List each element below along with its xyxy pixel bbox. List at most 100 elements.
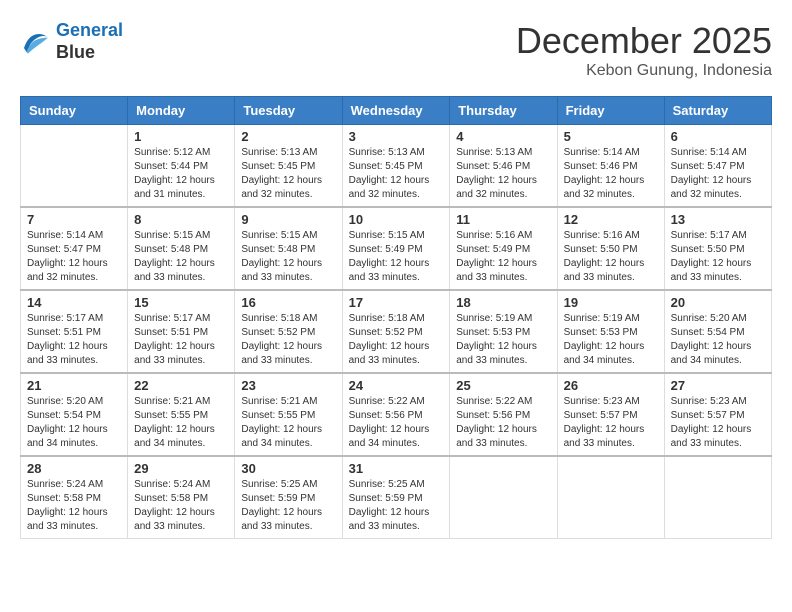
calendar-cell: 17 Sunrise: 5:18 AM Sunset: 5:52 PM Dayli… [342,290,450,373]
calendar-cell: 10Sunrise: 5:15 AM Sunset: 5:49 PM Dayli… [342,207,450,290]
day-info: Sunrise: 5:23 AM Sunset: 5:57 PM Dayligh… [564,395,658,451]
calendar-cell: 3 Sunrise: 5:13 AM Sunset: 5:45 PM Daylig… [342,125,450,208]
day-info: Sunrise: 5:15 AM Sunset: 5:48 PM Dayligh… [241,229,335,285]
day-info: Sunrise: 5:15 AM Sunset: 5:49 PM Dayligh… [349,229,444,285]
calendar-cell: 9 Sunrise: 5:15 AM Sunset: 5:48 PM Daylig… [235,207,342,290]
week-row-4: 21 Sunrise: 5:20 AM Sunset: 5:54 PM Dayli… [21,373,772,456]
day-number: 2 [241,129,335,144]
calendar-table: SundayMondayTuesdayWednesdayThursdayFrid… [20,96,772,539]
day-info: Sunrise: 5:22 AM Sunset: 5:56 PM Dayligh… [349,395,444,451]
day-info: Sunrise: 5:18 AM Sunset: 5:52 PM Dayligh… [241,312,335,368]
day-number: 29 [134,461,228,476]
day-number: 27 [671,378,765,393]
week-row-2: 7Sunrise: 5:14 AM Sunset: 5:47 PM Daylig… [21,207,772,290]
calendar-cell [664,456,771,539]
day-number: 4 [456,129,550,144]
day-number: 30 [241,461,335,476]
calendar-cell: 14Sunrise: 5:17 AM Sunset: 5:51 PM Dayli… [21,290,128,373]
day-number: 28 [27,461,121,476]
calendar-cell: 26 Sunrise: 5:23 AM Sunset: 5:57 PM Dayli… [557,373,664,456]
calendar-cell: 28 Sunrise: 5:24 AM Sunset: 5:58 PM Dayli… [21,456,128,539]
day-info: Sunrise: 5:21 AM Sunset: 5:55 PM Dayligh… [134,395,228,451]
day-number: 15 [134,295,228,310]
day-number: 14 [27,295,121,310]
col-header-tuesday: Tuesday [235,97,342,125]
col-header-thursday: Thursday [450,97,557,125]
day-info: Sunrise: 5:17 AM Sunset: 5:50 PM Dayligh… [671,229,765,285]
day-info: Sunrise: 5:25 AM Sunset: 5:59 PM Dayligh… [349,478,444,534]
calendar-cell: 22 Sunrise: 5:21 AM Sunset: 5:55 PM Dayli… [128,373,235,456]
logo: General Blue [20,20,123,63]
location-subtitle: Kebon Gunung, Indonesia [516,62,772,80]
col-header-saturday: Saturday [664,97,771,125]
day-info: Sunrise: 5:13 AM Sunset: 5:45 PM Dayligh… [349,146,444,202]
calendar-cell: 4 Sunrise: 5:13 AM Sunset: 5:46 PM Daylig… [450,125,557,208]
calendar-cell: 27 Sunrise: 5:23 AM Sunset: 5:57 PM Dayli… [664,373,771,456]
day-info: Sunrise: 5:24 AM Sunset: 5:58 PM Dayligh… [27,478,121,534]
calendar-cell: 5 Sunrise: 5:14 AM Sunset: 5:46 PM Daylig… [557,125,664,208]
calendar-cell: 7Sunrise: 5:14 AM Sunset: 5:47 PM Daylig… [21,207,128,290]
day-number: 11 [456,212,550,227]
day-number: 26 [564,378,658,393]
calendar-cell: 29 Sunrise: 5:24 AM Sunset: 5:58 PM Dayli… [128,456,235,539]
day-number: 12 [564,212,658,227]
day-info: Sunrise: 5:24 AM Sunset: 5:58 PM Dayligh… [134,478,228,534]
calendar-cell: 19 Sunrise: 5:19 AM Sunset: 5:53 PM Dayli… [557,290,664,373]
day-number: 21 [27,378,121,393]
day-info: Sunrise: 5:13 AM Sunset: 5:46 PM Dayligh… [456,146,550,202]
day-info: Sunrise: 5:20 AM Sunset: 5:54 PM Dayligh… [27,395,121,451]
calendar-cell [557,456,664,539]
day-number: 25 [456,378,550,393]
day-info: Sunrise: 5:17 AM Sunset: 5:51 PM Dayligh… [134,312,228,368]
calendar-cell: 16 Sunrise: 5:18 AM Sunset: 5:52 PM Dayli… [235,290,342,373]
day-number: 20 [671,295,765,310]
calendar-header-row: SundayMondayTuesdayWednesdayThursdayFrid… [21,97,772,125]
week-row-5: 28 Sunrise: 5:24 AM Sunset: 5:58 PM Dayli… [21,456,772,539]
calendar-cell: 8Sunrise: 5:15 AM Sunset: 5:48 PM Daylig… [128,207,235,290]
day-number: 7 [27,212,121,227]
day-info: Sunrise: 5:15 AM Sunset: 5:48 PM Dayligh… [134,229,228,285]
day-info: Sunrise: 5:19 AM Sunset: 5:53 PM Dayligh… [564,312,658,368]
day-number: 24 [349,378,444,393]
day-number: 1 [134,129,228,144]
col-header-wednesday: Wednesday [342,97,450,125]
day-number: 31 [349,461,444,476]
calendar-cell: 30 Sunrise: 5:25 AM Sunset: 5:59 PM Dayli… [235,456,342,539]
calendar-cell: 18Sunrise: 5:19 AM Sunset: 5:53 PM Dayli… [450,290,557,373]
calendar-cell: 12Sunrise: 5:16 AM Sunset: 5:50 PM Dayli… [557,207,664,290]
day-info: Sunrise: 5:16 AM Sunset: 5:49 PM Dayligh… [456,229,550,285]
week-row-3: 14 Sunrise: 5:17 AM Sunset: 5:51 PM Dayli… [21,290,772,373]
day-number: 22 [134,378,228,393]
day-info: Sunrise: 5:18 AM Sunset: 5:52 PM Dayligh… [349,312,444,368]
day-number: 23 [241,378,335,393]
calendar-cell: 11 Sunrise: 5:16 AM Sunset: 5:49 PM Dayli… [450,207,557,290]
day-info: Sunrise: 5:14 AM Sunset: 5:46 PM Dayligh… [564,146,658,202]
day-number: 9 [241,212,335,227]
day-number: 3 [349,129,444,144]
day-info: Sunrise: 5:14 AM Sunset: 5:47 PM Dayligh… [671,146,765,202]
col-header-friday: Friday [557,97,664,125]
day-number: 6 [671,129,765,144]
day-number: 16 [241,295,335,310]
day-info: Sunrise: 5:20 AM Sunset: 5:54 PM Dayligh… [671,312,765,368]
day-info: Sunrise: 5:25 AM Sunset: 5:59 PM Dayligh… [241,478,335,534]
calendar-cell: 21 Sunrise: 5:20 AM Sunset: 5:54 PM Dayli… [21,373,128,456]
calendar-cell: 25Sunrise: 5:22 AM Sunset: 5:56 PM Dayli… [450,373,557,456]
day-number: 13 [671,212,765,227]
day-number: 18 [456,295,550,310]
day-number: 5 [564,129,658,144]
day-number: 17 [349,295,444,310]
calendar-cell [450,456,557,539]
day-info: Sunrise: 5:23 AM Sunset: 5:57 PM Dayligh… [671,395,765,451]
logo-icon [20,28,52,56]
calendar-cell: 31 Sunrise: 5:25 AM Sunset: 5:59 PM Dayli… [342,456,450,539]
calendar-cell: 20 Sunrise: 5:20 AM Sunset: 5:54 PM Dayli… [664,290,771,373]
day-info: Sunrise: 5:13 AM Sunset: 5:45 PM Dayligh… [241,146,335,202]
day-info: Sunrise: 5:12 AM Sunset: 5:44 PM Dayligh… [134,146,228,202]
day-info: Sunrise: 5:21 AM Sunset: 5:55 PM Dayligh… [241,395,335,451]
calendar-cell: 15 Sunrise: 5:17 AM Sunset: 5:51 PM Dayli… [128,290,235,373]
calendar-cell: 24 Sunrise: 5:22 AM Sunset: 5:56 PM Dayli… [342,373,450,456]
day-number: 19 [564,295,658,310]
month-year-title: December 2025 [516,20,772,62]
page-header: General Blue December 2025 Kebon Gunung,… [20,20,772,80]
